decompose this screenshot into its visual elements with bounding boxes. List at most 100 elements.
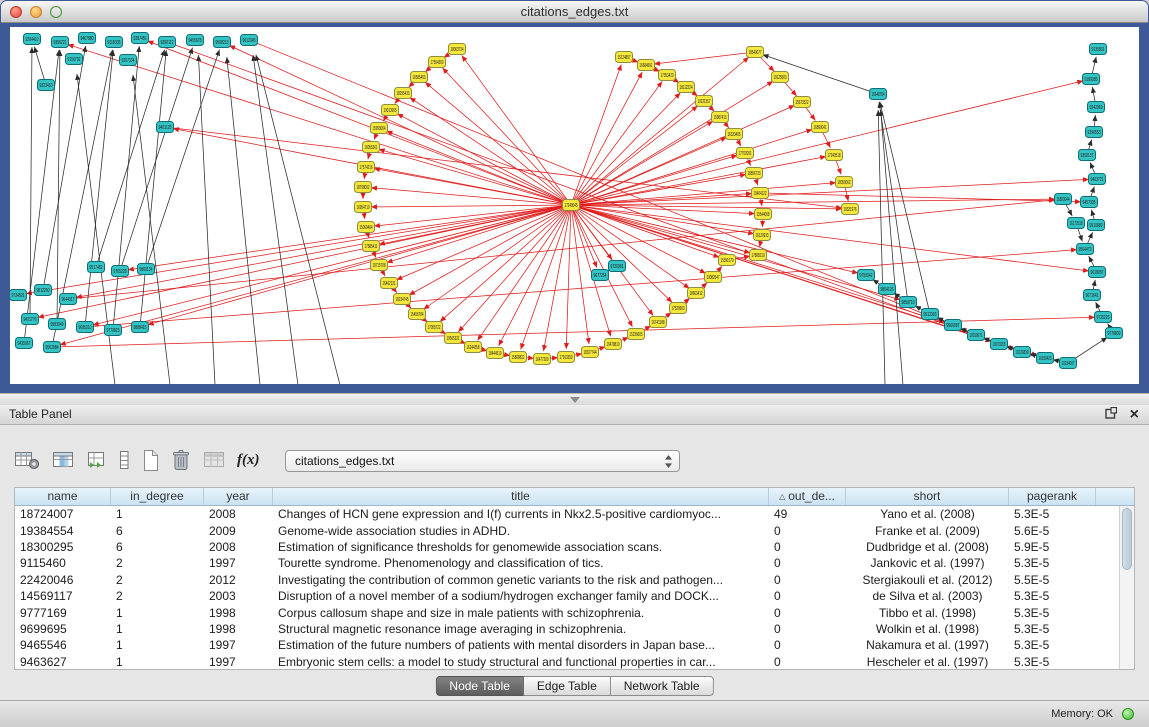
graph-node[interactable]: 15069464 [358,222,375,233]
graph-node[interactable]: 9562984 [44,342,61,353]
graph-node[interactable]: 19331976 [842,204,859,215]
graph-node[interactable]: 10234007 [1060,358,1077,369]
graph-node[interactable]: 9812260 [35,285,52,296]
graph-node[interactable]: 15391570 [719,255,736,266]
show-hide-columns-icon[interactable] [51,449,75,471]
graph-node[interactable]: 9583049 [49,319,66,330]
graph-node[interactable]: 9778809 [1106,328,1123,339]
graph-node[interactable]: 17055722 [426,322,443,333]
graph-node[interactable]: 18798002 [355,182,372,193]
graph-node[interactable]: 9804126 [879,284,896,295]
graph-node[interactable]: 18295433 [395,88,412,99]
graph-node[interactable]: 18663412 [688,288,705,299]
import-table-icon[interactable] [202,449,226,471]
graph-node[interactable]: 9564473 [1077,244,1094,255]
close-panel-icon[interactable]: × [1130,406,1139,424]
graph-node[interactable]: 9858710 [900,297,917,308]
graph-node[interactable]: 9403721 [1089,174,1106,185]
column-header-in-degree[interactable]: in_degree [111,488,204,505]
table-selector[interactable]: citations_edges.txt [285,450,680,472]
graph-node[interactable]: 9618057 [1089,267,1106,278]
graph-node[interactable]: 16741188 [650,317,667,328]
column-header-short[interactable]: short [846,488,1009,505]
row-options-icon[interactable] [119,449,130,471]
graph-node[interactable]: 9135801 [1090,44,1107,55]
graph-node[interactable]: 9204410 [24,34,41,45]
graph-node[interactable]: 9467880 [79,33,96,44]
graph-node[interactable]: 19478810 [605,339,622,350]
graph-node[interactable]: 17888210 [750,250,767,261]
graph-node[interactable]: 9770823 [105,325,122,336]
zoom-window-button[interactable] [50,6,62,18]
graph-node[interactable]: 17702091 [737,148,754,159]
table-row[interactable]: 1872400712008Changes of HCN gene express… [15,506,1119,522]
column-header-pagerank[interactable]: pagerank [1009,488,1096,505]
graph-node[interactable]: 9508213 [214,37,231,48]
graph-node[interactable]: 9267334 [120,55,137,66]
graph-node[interactable]: 17885411 [363,241,380,252]
table-row[interactable]: 911546021997Tourette syndrome. Phenomeno… [15,555,1119,571]
graph-node[interactable]: 19221557 [696,96,713,107]
column-header-out-de[interactable]: △out_de... [769,488,846,505]
graph-node[interactable]: 19082647 [705,272,722,283]
graph-node[interactable]: 16244358 [465,342,482,353]
window-titlebar[interactable]: citations_edges.txt [1,1,1148,23]
graph-node[interactable]: 16055361 [363,142,380,153]
graph-node[interactable]: 17554300 [429,57,446,68]
graph-node[interactable]: 9966087 [945,320,962,331]
graph-node[interactable]: 9860134 [138,264,155,275]
graph-node[interactable]: 16402131 [381,278,398,289]
graph-node[interactable]: 18234745 [394,294,411,305]
graph-node[interactable]: 18540077 [747,47,764,58]
table-row[interactable]: 1938455462009Genome-wide association stu… [15,522,1119,538]
graph-node[interactable]: 15808821 [510,352,527,363]
graph-node[interactable]: 9695310 [77,322,94,333]
delete-columns-icon[interactable] [171,449,191,472]
graph-node[interactable]: 15987413 [712,112,729,123]
graph-node[interactable]: 9242969 [1088,102,1105,113]
graph-node[interactable]: 9156702 [66,54,83,65]
graph-node[interactable]: 9296553 [1086,127,1103,138]
export-table-icon[interactable] [86,449,108,471]
graph-node[interactable]: 9734501 [10,290,27,301]
table-scrollbar[interactable] [1119,506,1134,669]
graph-node[interactable]: 18327744 [582,347,599,358]
graph-node[interactable]: 17240518 [826,150,843,161]
table-row[interactable]: 1830029562008Estimation of significance … [15,539,1119,555]
graph-node[interactable]: 18063734 [449,44,466,55]
float-panel-icon[interactable] [1105,406,1117,425]
graph-node[interactable]: 16120933 [754,230,771,241]
graph-node[interactable]: 9705228 [112,266,129,277]
function-builder-icon[interactable]: f(x) [237,452,260,469]
graph-node[interactable]: 9323410 [38,80,55,91]
graph-node[interactable]: 9350137 [1079,150,1096,161]
minimize-window-button[interactable] [30,6,42,18]
graph-node[interactable]: 9517482 [88,262,105,273]
graph-node[interactable]: 16477209 [534,354,551,365]
graph-node[interactable]: 15950004 [371,123,388,134]
graph-node[interactable]: 9612345 [241,35,258,46]
graph-node[interactable]: 19125503 [772,72,789,83]
graph-node[interactable]: 10073255 [991,339,1008,350]
graph-node[interactable]: 19715708 [371,260,388,271]
graph-node[interactable]: 19565321 [445,333,462,344]
graph-node[interactable]: 9888415 [132,322,149,333]
table-row[interactable]: 1456911722003Disruption of a novel membe… [15,588,1119,604]
network-canvas[interactable]: 1724904518063734175543001658545318295433… [10,27,1139,384]
graph-node[interactable]: 9912303 [922,309,939,320]
table-row[interactable]: 2242004622012Investigating the contribut… [15,572,1119,588]
graph-node[interactable]: 9401125 [157,122,174,133]
graph-node[interactable]: 16890041 [812,122,829,133]
graph-node[interactable]: 15544068 [755,209,772,220]
table-row[interactable]: 946362711997Embryonic stem cells: a mode… [15,654,1119,669]
column-header-year[interactable]: year [204,488,273,505]
tab-edge-table[interactable]: Edge Table [524,676,611,696]
graph-node[interactable]: 9510889 [1088,220,1105,231]
graph-node[interactable]: 9189385 [1083,74,1100,85]
graph-node[interactable]: 9287456 [132,33,149,44]
graph-node[interactable]: 15893044 [1055,194,1072,205]
graph-node[interactable]: 19404122 [752,188,769,199]
graph-node[interactable]: 9671641 [1084,290,1101,301]
graph-node[interactable]: 15673322 [794,97,811,108]
create-new-column-icon[interactable] [141,449,160,472]
